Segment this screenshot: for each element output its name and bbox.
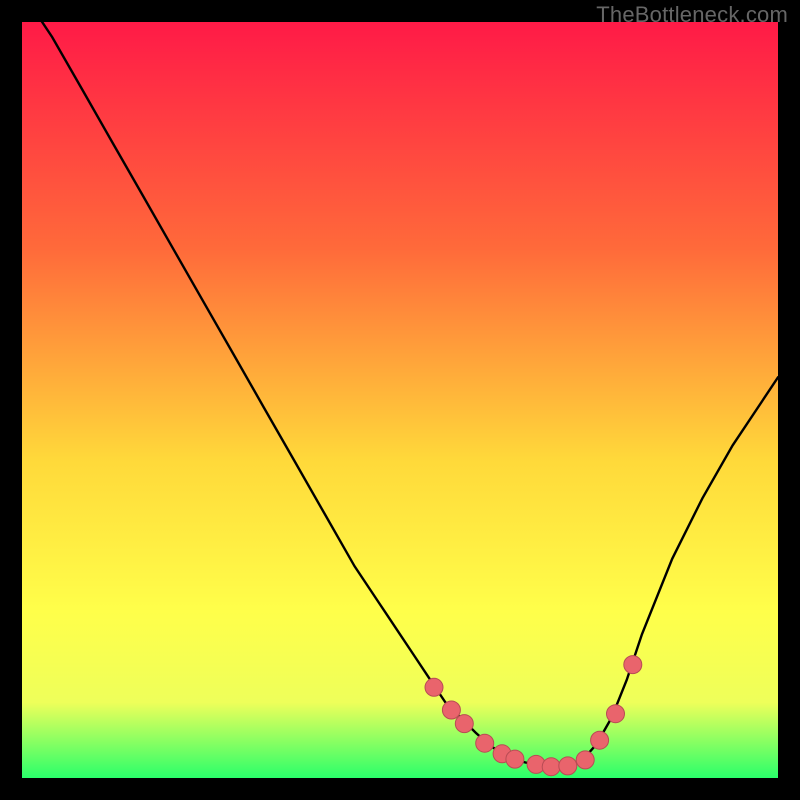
data-point (576, 751, 594, 769)
watermark-text: TheBottleneck.com (596, 2, 788, 28)
data-point (591, 731, 609, 749)
data-point (425, 678, 443, 696)
gradient-bg (22, 22, 778, 778)
data-point (624, 656, 642, 674)
chart-svg (22, 22, 778, 778)
data-point (607, 705, 625, 723)
data-point (542, 758, 560, 776)
data-point (476, 734, 494, 752)
data-point (506, 750, 524, 768)
data-point (455, 715, 473, 733)
chart-frame: TheBottleneck.com (0, 0, 800, 800)
data-point (442, 701, 460, 719)
data-point (559, 757, 577, 775)
plot-area (22, 22, 778, 778)
